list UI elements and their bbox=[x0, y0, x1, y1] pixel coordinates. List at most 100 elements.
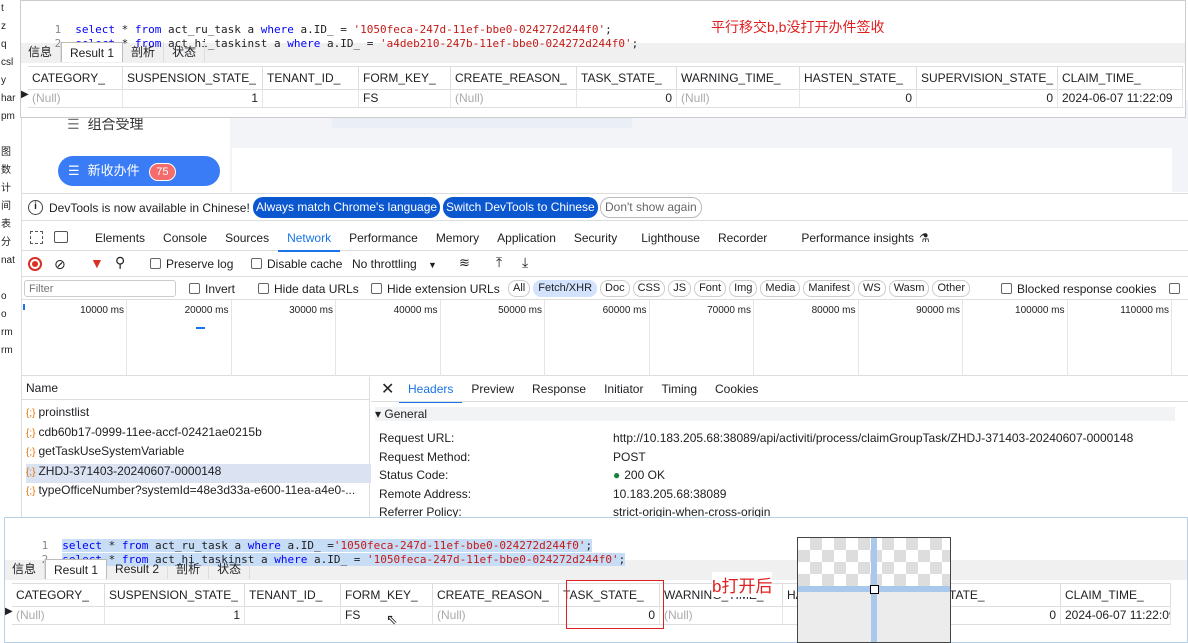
grid-cell[interactable] bbox=[245, 606, 341, 624]
result-tab[interactable]: 剖析 bbox=[123, 42, 165, 62]
grid-cell[interactable]: (Null) bbox=[12, 606, 105, 624]
grid-cell[interactable]: (Null) bbox=[677, 89, 800, 107]
grid-cell[interactable]: (Null) bbox=[433, 606, 559, 624]
grid-col-header[interactable]: CLAIM_TIME_ bbox=[1058, 67, 1183, 89]
request-row[interactable]: {;} typeOfficeNumber?systemId=48e3d33a-e6… bbox=[26, 483, 371, 502]
result-tab[interactable]: 信息 bbox=[4, 559, 46, 579]
general-value[interactable]: ● 200 OK bbox=[613, 468, 665, 482]
request-row[interactable]: {;} proinstlist bbox=[26, 405, 371, 424]
grid-cell[interactable]: (Null) bbox=[451, 89, 577, 107]
grid-cell[interactable]: (Null) bbox=[660, 606, 783, 624]
switch-chinese-button[interactable]: Switch DevTools to Chinese bbox=[443, 197, 598, 218]
devtools-tab-recorder[interactable]: Recorder bbox=[709, 226, 776, 250]
result-tab[interactable]: Result 1 bbox=[45, 559, 108, 579]
general-value[interactable]: POST bbox=[613, 450, 646, 464]
more-checkbox[interactable] bbox=[1169, 282, 1185, 296]
result-tab[interactable]: 信息 bbox=[20, 42, 62, 62]
search-icon[interactable]: ⚲ bbox=[115, 254, 125, 271]
result-tab[interactable]: Result 1 bbox=[61, 42, 124, 62]
result-tab[interactable]: 状态 bbox=[164, 42, 206, 62]
top-grid-row[interactable]: (Null) 1 FS (Null) 0 (Null) 0 0 2024-06-07 11:22… bbox=[28, 89, 1183, 108]
result-tab[interactable]: Result 2 bbox=[107, 559, 169, 579]
grid-cell[interactable]: 0 bbox=[917, 89, 1058, 107]
grid-col-header[interactable]: TASK_STATE_ bbox=[577, 67, 677, 89]
disable-cache-checkbox[interactable]: Disable cache bbox=[251, 257, 342, 271]
download-icon[interactable]: ⤓ bbox=[522, 254, 528, 271]
grid-col-header[interactable]: HASTEN_STATE_ bbox=[800, 67, 917, 89]
grid-col-header[interactable]: CLAIM_TIME_ bbox=[1061, 584, 1171, 606]
devtools-tab-memory[interactable]: Memory bbox=[427, 226, 488, 250]
general-value[interactable]: http://10.183.205.68:38089/api/activiti/… bbox=[613, 431, 1133, 445]
filter-input[interactable] bbox=[24, 280, 176, 297]
grid-cell[interactable]: 1 bbox=[123, 89, 263, 107]
request-row[interactable]: {;} ZHDJ-371403-20240607-0000148 bbox=[26, 463, 371, 483]
preserve-log-checkbox[interactable]: Preserve log bbox=[150, 257, 233, 271]
result-tab[interactable]: 剖析 bbox=[168, 559, 210, 579]
devtools-tab-sources[interactable]: Sources bbox=[216, 226, 278, 250]
devtools-tab-security[interactable]: Security bbox=[565, 226, 626, 250]
grid-cell[interactable]: 0 bbox=[800, 89, 917, 107]
filter-funnel-icon[interactable]: ▼ bbox=[90, 255, 104, 271]
devtools-tab-network[interactable]: Network bbox=[278, 226, 341, 252]
general-value[interactable]: 10.183.205.68:38089 bbox=[613, 487, 726, 501]
grid-col-header[interactable]: SUSPENSION_STATE_ bbox=[105, 584, 245, 606]
hide-ext-urls-checkbox[interactable]: Hide extension URLs bbox=[371, 282, 500, 296]
request-row[interactable]: {;} getTaskUseSystemVariable bbox=[26, 444, 371, 463]
type-chip-wasm[interactable]: Wasm bbox=[888, 280, 930, 297]
blocked-cookies-checkbox[interactable]: Blocked response cookies bbox=[1001, 282, 1156, 296]
wifi-icon[interactable]: ≋ bbox=[459, 255, 470, 271]
general-section-header[interactable]: ▾ General bbox=[375, 407, 1175, 421]
grid-cell[interactable]: 1 bbox=[105, 606, 245, 624]
grid-cell[interactable]: 0 bbox=[577, 89, 677, 107]
nav-item-new-cases[interactable]: ☰ 新收办件 75 bbox=[58, 156, 220, 186]
detail-tab-cookies[interactable]: Cookies bbox=[706, 377, 767, 401]
hide-data-urls-checkbox[interactable]: Hide data URLs bbox=[258, 282, 359, 296]
detail-tab-timing[interactable]: Timing bbox=[652, 377, 706, 401]
type-chip-js[interactable]: JS bbox=[668, 280, 692, 297]
type-chip-img[interactable]: Img bbox=[729, 280, 758, 297]
detail-tab-initiator[interactable]: Initiator bbox=[595, 377, 652, 401]
detail-tab-headers[interactable]: Headers bbox=[399, 377, 463, 403]
grid-col-header[interactable]: SUPERVISION_STATE_ bbox=[917, 67, 1058, 89]
upload-icon[interactable]: ⤒ bbox=[496, 254, 502, 271]
grid-cell[interactable]: 2024-06-07 11:22:09 bbox=[1058, 89, 1183, 107]
type-chip-all[interactable]: All bbox=[508, 280, 531, 297]
detail-tab-response[interactable]: Response bbox=[523, 377, 595, 401]
devtools-tab-lighthouse[interactable]: Lighthouse bbox=[632, 226, 709, 250]
invert-checkbox[interactable]: Invert bbox=[189, 282, 235, 296]
grid-col-header[interactable]: SUSPENSION_STATE_ bbox=[123, 67, 263, 89]
close-icon[interactable]: ✕ bbox=[381, 379, 394, 399]
type-chip-css[interactable]: CSS bbox=[632, 280, 666, 297]
grid-cell[interactable] bbox=[263, 89, 359, 107]
grid-col-header[interactable]: CREATE_REASON_ bbox=[433, 584, 559, 606]
grid-col-header[interactable]: CREATE_REASON_ bbox=[451, 67, 577, 89]
device-icon[interactable] bbox=[54, 231, 68, 243]
grid-cell[interactable]: 2024-06-07 11:22:09 bbox=[1061, 606, 1171, 624]
type-chip-ws[interactable]: WS bbox=[857, 280, 886, 297]
type-chip-manifest[interactable]: Manifest bbox=[803, 280, 855, 297]
record-icon[interactable] bbox=[28, 257, 42, 271]
clear-icon[interactable]: ⊘ bbox=[54, 256, 66, 273]
grid-col-header[interactable]: WARNING_TIME_ bbox=[677, 67, 800, 89]
type-chip-media[interactable]: Media bbox=[760, 280, 801, 297]
grid-cell[interactable]: FS bbox=[359, 89, 451, 107]
devtools-tab-application[interactable]: Application bbox=[488, 226, 565, 250]
grid-col-header[interactable]: FORM_KEY_ bbox=[341, 584, 433, 606]
inspect-icon[interactable] bbox=[30, 231, 43, 244]
devtools-tab-elements[interactable]: Elements bbox=[86, 226, 154, 250]
type-chip-fetch-xhr[interactable]: Fetch/XHR bbox=[533, 280, 598, 297]
result-tab[interactable]: 状态 bbox=[209, 559, 251, 579]
grid-cell[interactable]: (Null) bbox=[28, 89, 123, 107]
request-row[interactable]: {;} cdb60b17-0999-11ee-accf-02421ae0215b bbox=[26, 425, 371, 444]
devtools-tab-performance-insights[interactable]: Performance insights bbox=[792, 226, 923, 250]
type-chip-font[interactable]: Font bbox=[694, 280, 727, 297]
grid-col-header[interactable]: TENANT_ID_ bbox=[263, 67, 359, 89]
match-language-button[interactable]: Always match Chrome's language bbox=[253, 197, 441, 218]
type-chip-other[interactable]: Other bbox=[932, 280, 970, 297]
grid-col-header[interactable]: CATEGORY_ bbox=[28, 67, 123, 89]
grid-col-header[interactable]: CATEGORY_ bbox=[12, 584, 105, 606]
throttle-select[interactable]: No throttling ▼ bbox=[352, 257, 437, 271]
devtools-tab-console[interactable]: Console bbox=[154, 226, 216, 250]
grid-col-header[interactable]: TENANT_ID_ bbox=[245, 584, 341, 606]
detail-tab-preview[interactable]: Preview bbox=[462, 377, 523, 401]
